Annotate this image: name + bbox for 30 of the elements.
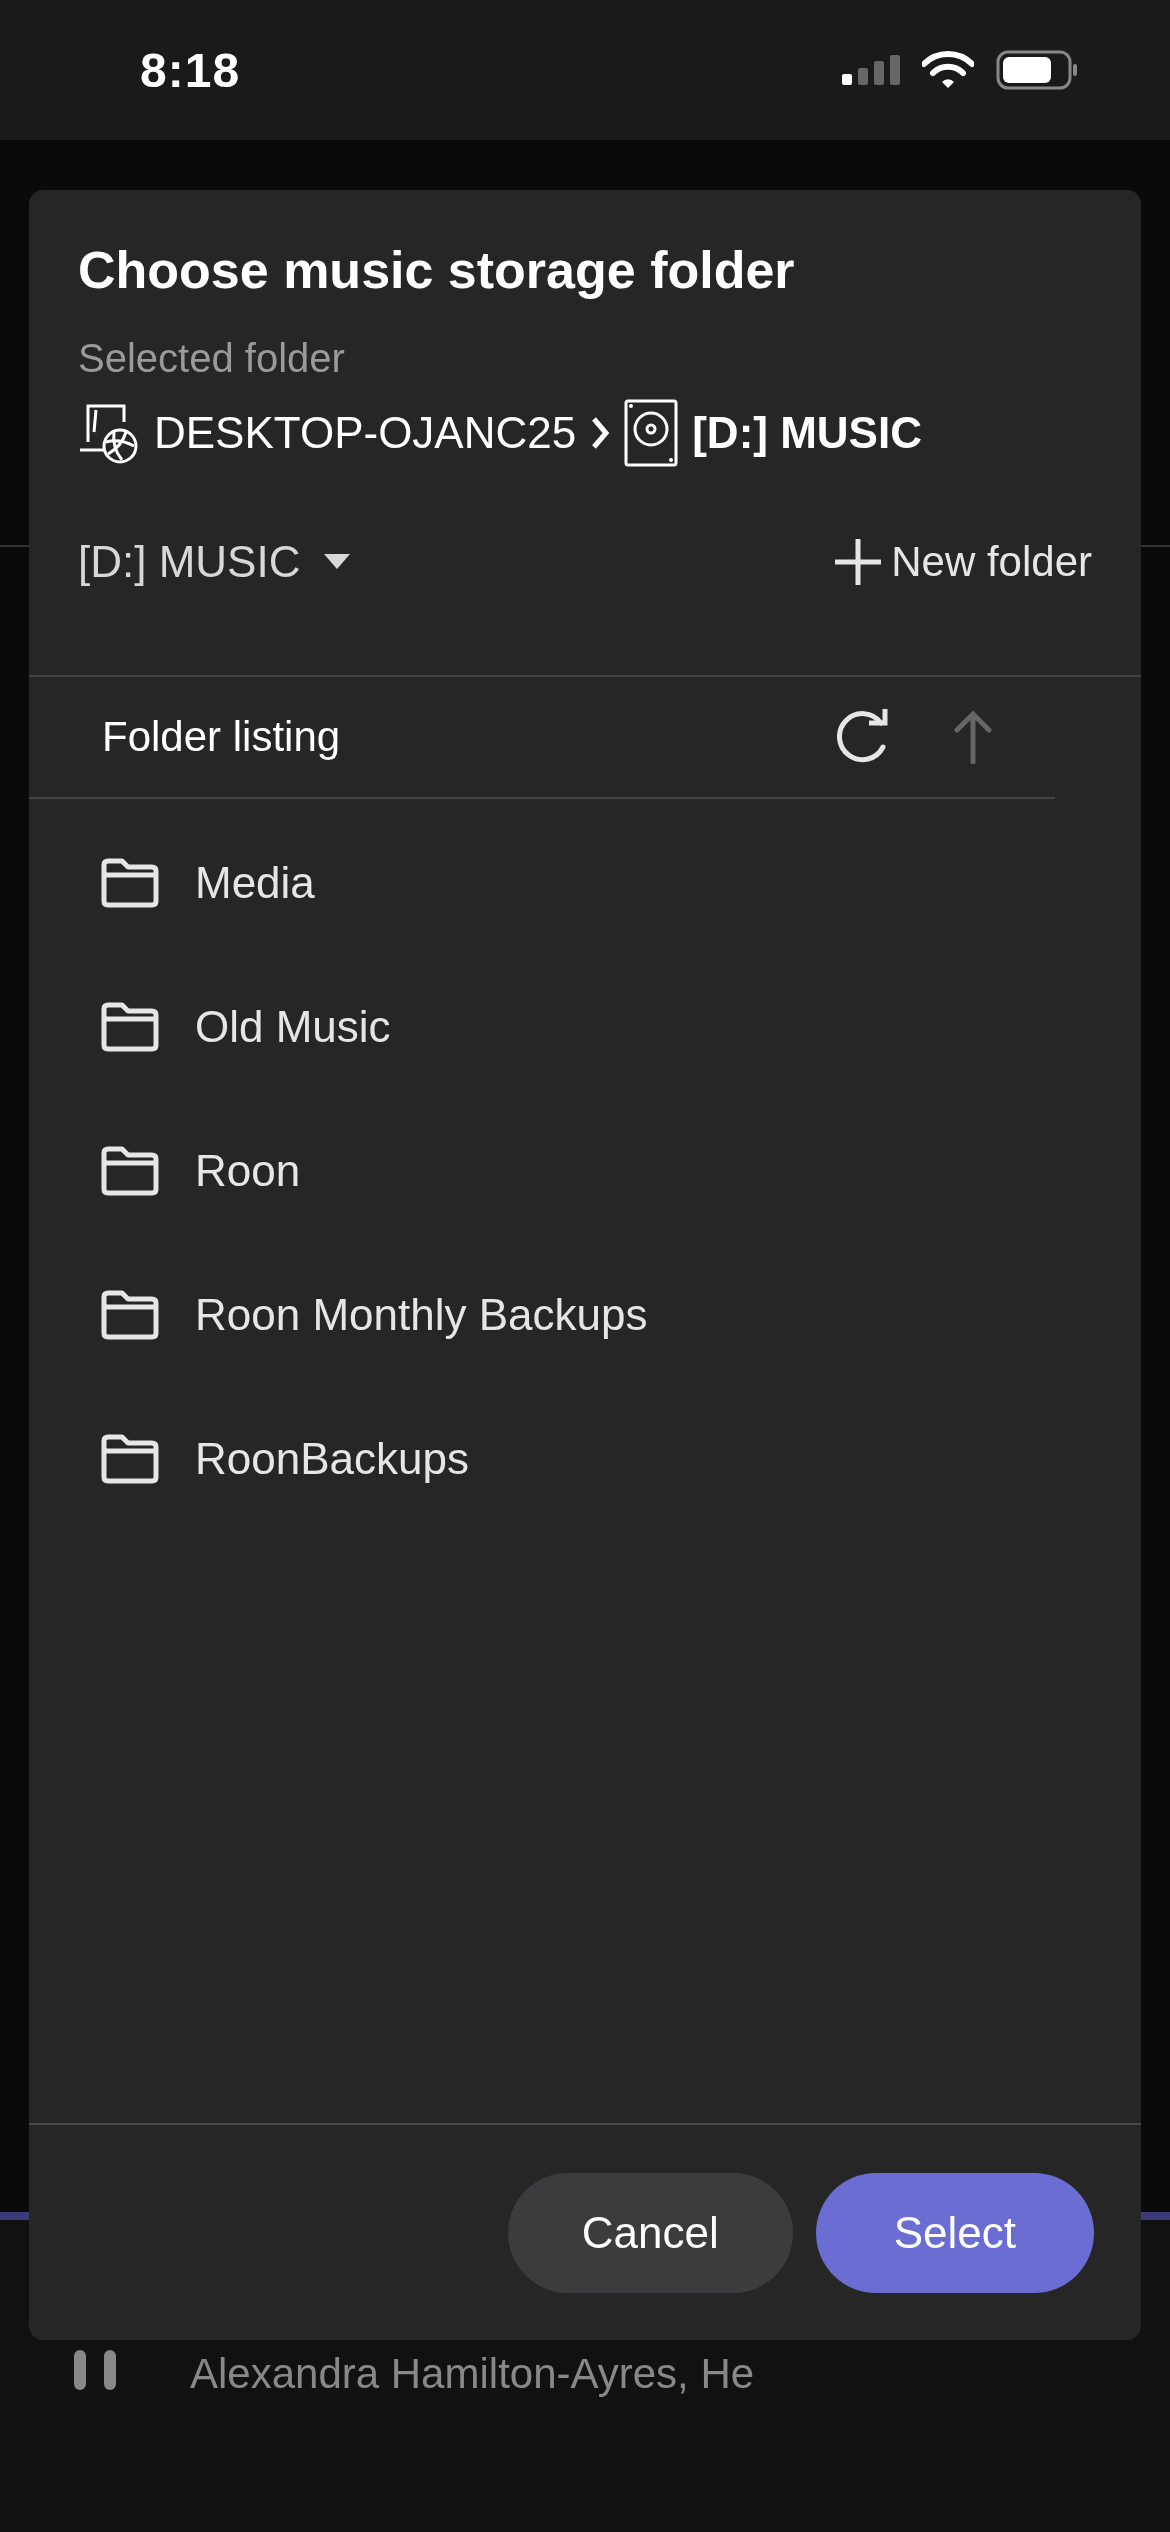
folder-name[interactable]: RoonBackups — [195, 1434, 469, 1484]
select-button[interactable]: Select — [815, 2172, 1094, 2293]
folder-name[interactable]: Roon Monthly Backups — [195, 1290, 648, 1340]
caret-down-icon — [324, 554, 351, 570]
folder-icon — [100, 857, 160, 909]
computer-globe-icon — [78, 402, 140, 464]
status-time: 8:18 — [140, 42, 241, 98]
artist-text: Alexandra Hamilton-Ayres, He — [190, 2350, 755, 2398]
folder-icon — [100, 1001, 160, 1053]
plus-icon — [833, 537, 884, 587]
signal-icon — [842, 55, 900, 85]
new-folder-button[interactable]: New folder — [833, 537, 1092, 587]
cancel-button[interactable]: Cancel — [507, 2172, 793, 2293]
breadcrumb-item[interactable]: [D:] MUSIC — [692, 408, 922, 458]
hard-drive-icon — [624, 399, 679, 467]
listing-title: Folder listing — [102, 713, 342, 761]
folder-name[interactable]: Media — [195, 858, 315, 908]
up-arrow-icon — [953, 710, 993, 764]
dialog-title: Choose music storage folder — [78, 240, 796, 300]
selected-folder-label: Selected folder — [78, 336, 346, 381]
folder-name[interactable]: Old Music — [195, 1002, 391, 1052]
folder-icon — [100, 1433, 160, 1485]
breadcrumb-item[interactable]: DESKTOP-OJANC25 — [154, 408, 577, 458]
drive-dropdown[interactable]: [D:] MUSIC — [78, 537, 351, 587]
folder-icon — [100, 1289, 160, 1341]
wifi-icon — [922, 51, 974, 89]
chevron-right-icon — [590, 416, 611, 450]
folder-icon — [100, 1145, 160, 1197]
folder-name[interactable]: Roon — [195, 1146, 301, 1196]
battery-icon — [996, 50, 1078, 90]
